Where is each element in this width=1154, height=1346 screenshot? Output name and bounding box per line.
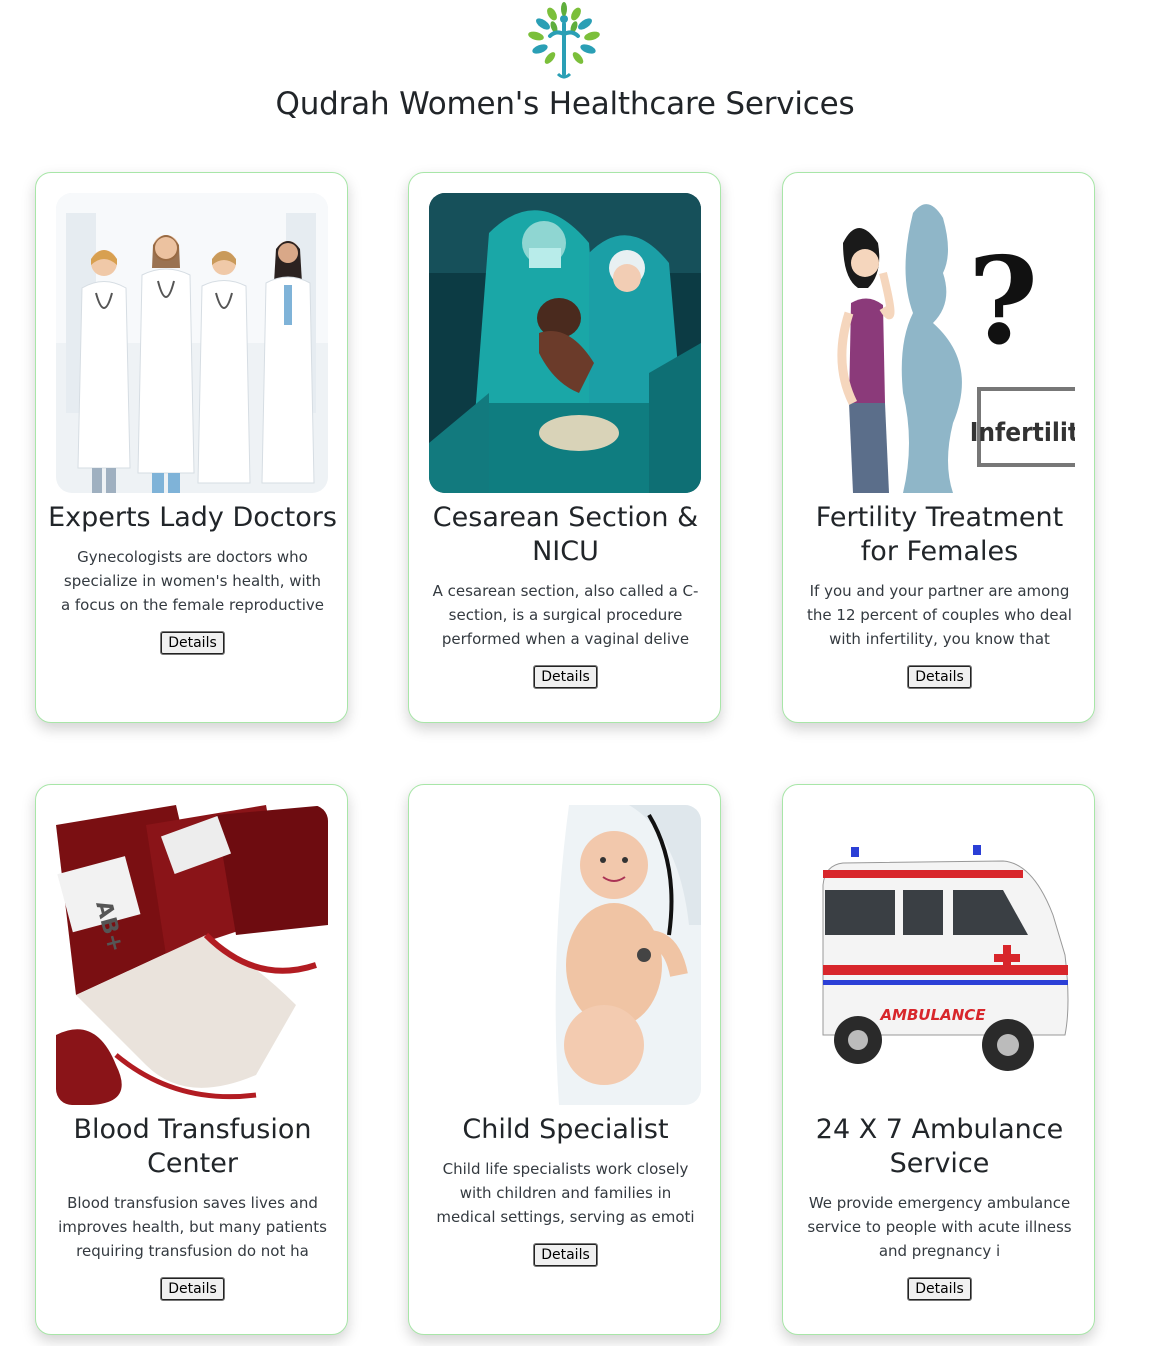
svg-text:?: ? xyxy=(968,231,1038,372)
details-button[interactable]: Details xyxy=(160,1277,225,1301)
ambulance-label: AMBULANCE xyxy=(879,1006,986,1024)
card-description: Child life specialists work closely with… xyxy=(436,1160,695,1226)
service-card-lady-doctors: Experts Lady Doctors Gynecologists are d… xyxy=(35,172,348,723)
service-card-child-specialist: Child Specialist Child life specialists … xyxy=(408,784,721,1335)
infertility-label: Infertility xyxy=(970,418,1075,448)
card-title: Cesarean Section & NICU xyxy=(432,502,699,567)
service-card-fertility: ? Infertility Fertility Treatment for Fe… xyxy=(782,172,1095,723)
service-card-blood-transfusion: AB+ Blood Transfusion Center Blood trans… xyxy=(35,784,348,1335)
details-button[interactable]: Details xyxy=(907,665,972,689)
blood-bags-image: AB+ xyxy=(56,805,328,1105)
service-card-ambulance: AMBULANCE 24 X 7 Ambulance Service We pr… xyxy=(782,784,1095,1335)
card-title: 24 X 7 Ambulance Service xyxy=(815,1114,1064,1179)
card-title: Fertility Treatment for Females xyxy=(815,502,1064,567)
card-description: A cesarean section, also called a C-sect… xyxy=(432,582,699,648)
card-description: If you and your partner are among the 12… xyxy=(807,582,1072,648)
page-title: Qudrah Women's Healthcare Services xyxy=(275,86,855,122)
card-description: We provide emergency ambulance service t… xyxy=(807,1194,1072,1260)
lady-doctors-image xyxy=(56,193,328,493)
details-button[interactable]: Details xyxy=(533,1243,598,1267)
card-title: Blood Transfusion Center xyxy=(73,1114,312,1179)
card-description: Blood transfusion saves lives and improv… xyxy=(58,1194,327,1260)
cesarean-surgery-image xyxy=(429,193,701,493)
details-button[interactable]: Details xyxy=(160,631,225,655)
details-button[interactable]: Details xyxy=(533,665,598,689)
card-title: Child Specialist xyxy=(462,1114,669,1145)
service-card-cesarean: Cesarean Section & NICU A cesarean secti… xyxy=(408,172,721,723)
page-header: Qudrah Women's Healthcare Services xyxy=(0,0,1154,140)
card-description: Gynecologists are doctors who specialize… xyxy=(60,548,325,614)
card-body: Blood Transfusion Center Blood transfusi… xyxy=(46,1113,339,1301)
card-body: Experts Lady Doctors Gynecologists are d… xyxy=(46,501,339,655)
card-body: Child Specialist Child life specialists … xyxy=(419,1113,712,1267)
card-body: Fertility Treatment for Females If you a… xyxy=(793,501,1086,689)
card-body: 24 X 7 Ambulance Service We provide emer… xyxy=(793,1113,1086,1301)
infertility-illustration: ? Infertility xyxy=(803,193,1075,493)
ambulance-image: AMBULANCE xyxy=(803,805,1075,1105)
child-specialist-image xyxy=(429,805,701,1105)
card-body: Cesarean Section & NICU A cesarean secti… xyxy=(419,501,712,689)
details-button[interactable]: Details xyxy=(907,1277,972,1301)
tree-logo-icon xyxy=(508,0,620,86)
card-title: Experts Lady Doctors xyxy=(48,502,337,533)
